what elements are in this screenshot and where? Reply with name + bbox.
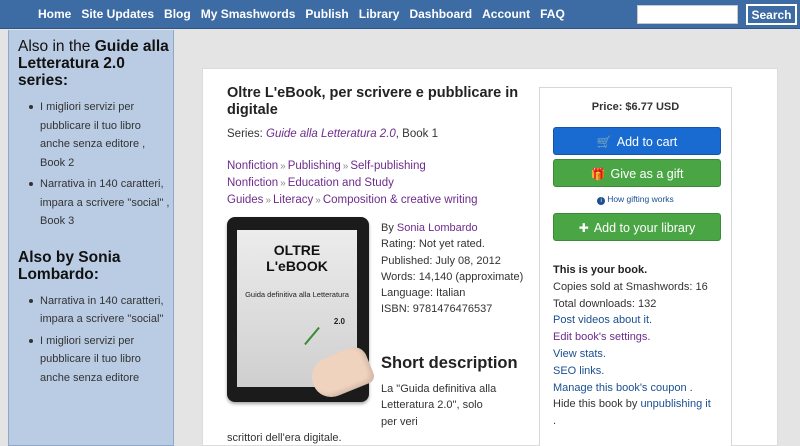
nav-faq[interactable]: FAQ <box>540 7 565 21</box>
view-stats-link[interactable]: View stats. <box>553 348 606 360</box>
category-link[interactable]: Publishing <box>288 160 341 172</box>
buy-box: Price: $6.77 USD 🛒 Add to cart 🎁 Give as a… <box>539 87 732 446</box>
word-count: Words: 14,140 (approximate) <box>381 270 524 283</box>
nav-my-smashwords[interactable]: My Smashwords <box>201 7 296 21</box>
series-list: I migliori servizi per pubblicare il tuo… <box>18 98 173 231</box>
chevron-right-icon: » <box>315 195 321 206</box>
book-cover[interactable]: OLTRE L'eBOOK Guida definitiva alla Lette… <box>227 217 377 404</box>
chevron-right-icon: » <box>280 178 286 189</box>
nav-dashboard[interactable]: Dashboard <box>409 7 472 21</box>
author-book-item[interactable]: I migliori servizi per pubblicare il tuo… <box>29 332 173 388</box>
unpublish-link[interactable]: unpublishing it <box>640 398 710 410</box>
nav-publish[interactable]: Publish <box>305 7 348 21</box>
sidebar: Also in the Guide alla Letteratura 2.0 s… <box>8 30 174 446</box>
nav-site-updates[interactable]: Site Updates <box>81 7 154 21</box>
plus-icon: ✚ <box>578 221 589 235</box>
category-link[interactable]: Composition & creative writing <box>323 194 478 206</box>
search-input[interactable] <box>637 5 738 24</box>
series-heading: Also in the Guide alla Letteratura 2.0 s… <box>18 38 169 89</box>
author-link[interactable]: Sonia Lombardo <box>397 222 478 234</box>
category-link[interactable]: Education and Study <box>288 177 394 189</box>
owner-heading: This is your book. <box>553 264 648 276</box>
nav-home[interactable]: Home <box>38 7 71 21</box>
add-to-library-button[interactable]: ✚ Add to your library <box>553 213 721 241</box>
rating: Rating: Not yet rated. <box>381 238 485 251</box>
edit-settings-link[interactable]: Edit book's settings. <box>553 331 651 343</box>
book-title: Oltre L'eBook, per scrivere e pubblicare… <box>227 85 519 118</box>
cover-subtitle: Guida definitiva alla Letteratura <box>245 290 349 299</box>
language: Language: Italian <box>381 287 466 300</box>
tablet-image: OLTRE L'eBOOK Guida definitiva alla Lette… <box>227 217 377 403</box>
series-line: Series: Guide alla Letteratura 2.0, Book… <box>227 128 438 140</box>
search-button[interactable]: Search <box>746 4 797 25</box>
category-link[interactable]: Literacy <box>273 194 313 206</box>
short-description-text: La "Guida definitiva alla Letteratura 2.… <box>227 383 497 444</box>
nav-links: Home Site Updates Blog My Smashwords Pub… <box>38 7 575 21</box>
manage-coupon-link[interactable]: Manage this book's coupon <box>553 382 687 394</box>
series-link[interactable]: Guide alla Letteratura 2.0 <box>266 128 396 140</box>
author-book-item[interactable]: Narrativa in 140 caratteri, impara a scr… <box>29 292 173 329</box>
category-row: Nonfiction» Education and Study <box>227 175 478 192</box>
nav-account[interactable]: Account <box>482 7 530 21</box>
category-link[interactable]: Self-publishing <box>350 160 425 172</box>
nav-library[interactable]: Library <box>359 7 400 21</box>
owner-panel: This is your book. Copies sold at Smashw… <box>553 262 733 430</box>
chevron-right-icon: » <box>342 161 349 172</box>
published-date: Published: July 08, 2012 <box>381 254 501 267</box>
series-item[interactable]: Narrativa in 140 caratteri, impara a scr… <box>29 175 173 231</box>
info-icon: i <box>597 197 606 205</box>
author-line: By Sonia Lombardo <box>381 222 478 234</box>
category-row: Nonfiction» Publishing» Self-publishing <box>227 158 478 175</box>
top-nav: Home Site Updates Blog My Smashwords Pub… <box>0 0 800 29</box>
copies-sold: Copies sold at Smashwords: 16 <box>553 280 708 293</box>
seo-links-link[interactable]: SEO links. <box>553 365 604 377</box>
author-heading: Also by Sonia Lombardo: <box>18 248 121 283</box>
total-downloads: Total downloads: 132 <box>553 297 657 310</box>
short-description-heading: Short description <box>381 354 518 372</box>
chevron-right-icon: » <box>265 195 271 206</box>
post-videos-link[interactable]: Post videos about it. <box>553 314 652 326</box>
price: Price: $6.77 USD <box>591 101 680 113</box>
category-list: Nonfiction» Publishing» Self-publishing No… <box>227 158 478 209</box>
book-details: By Sonia Lombardo Rating: Not yet rated.… <box>381 220 523 318</box>
book-page: Oltre L'eBook, per scrivere e pubblicare… <box>202 68 778 446</box>
cover-title: OLTRE L'eBOOK <box>266 242 328 274</box>
category-row: Guides» Literacy» Composition & creative w… <box>227 192 478 209</box>
category-link[interactable]: Nonfiction <box>227 177 278 189</box>
cart-icon: 🛒 <box>596 135 612 149</box>
category-link[interactable]: Guides <box>227 194 263 206</box>
give-as-gift-button[interactable]: 🎁 Give as a gift <box>553 159 721 187</box>
chevron-right-icon: » <box>280 161 286 172</box>
gift-icon: 🎁 <box>590 167 606 181</box>
series-item[interactable]: I migliori servizi per pubblicare il tuo… <box>29 98 173 172</box>
add-to-cart-button[interactable]: 🛒 Add to cart <box>553 127 721 155</box>
category-link[interactable]: Nonfiction <box>227 160 278 172</box>
how-gifting-works-link[interactable]: i How gifting works <box>540 194 731 205</box>
author-books-list: Narrativa in 140 caratteri, impara a scr… <box>18 292 173 388</box>
isbn: ISBN: 9781476476537 <box>381 303 493 316</box>
cover-version: 2.0 <box>333 317 345 326</box>
nav-blog[interactable]: Blog <box>164 7 191 21</box>
